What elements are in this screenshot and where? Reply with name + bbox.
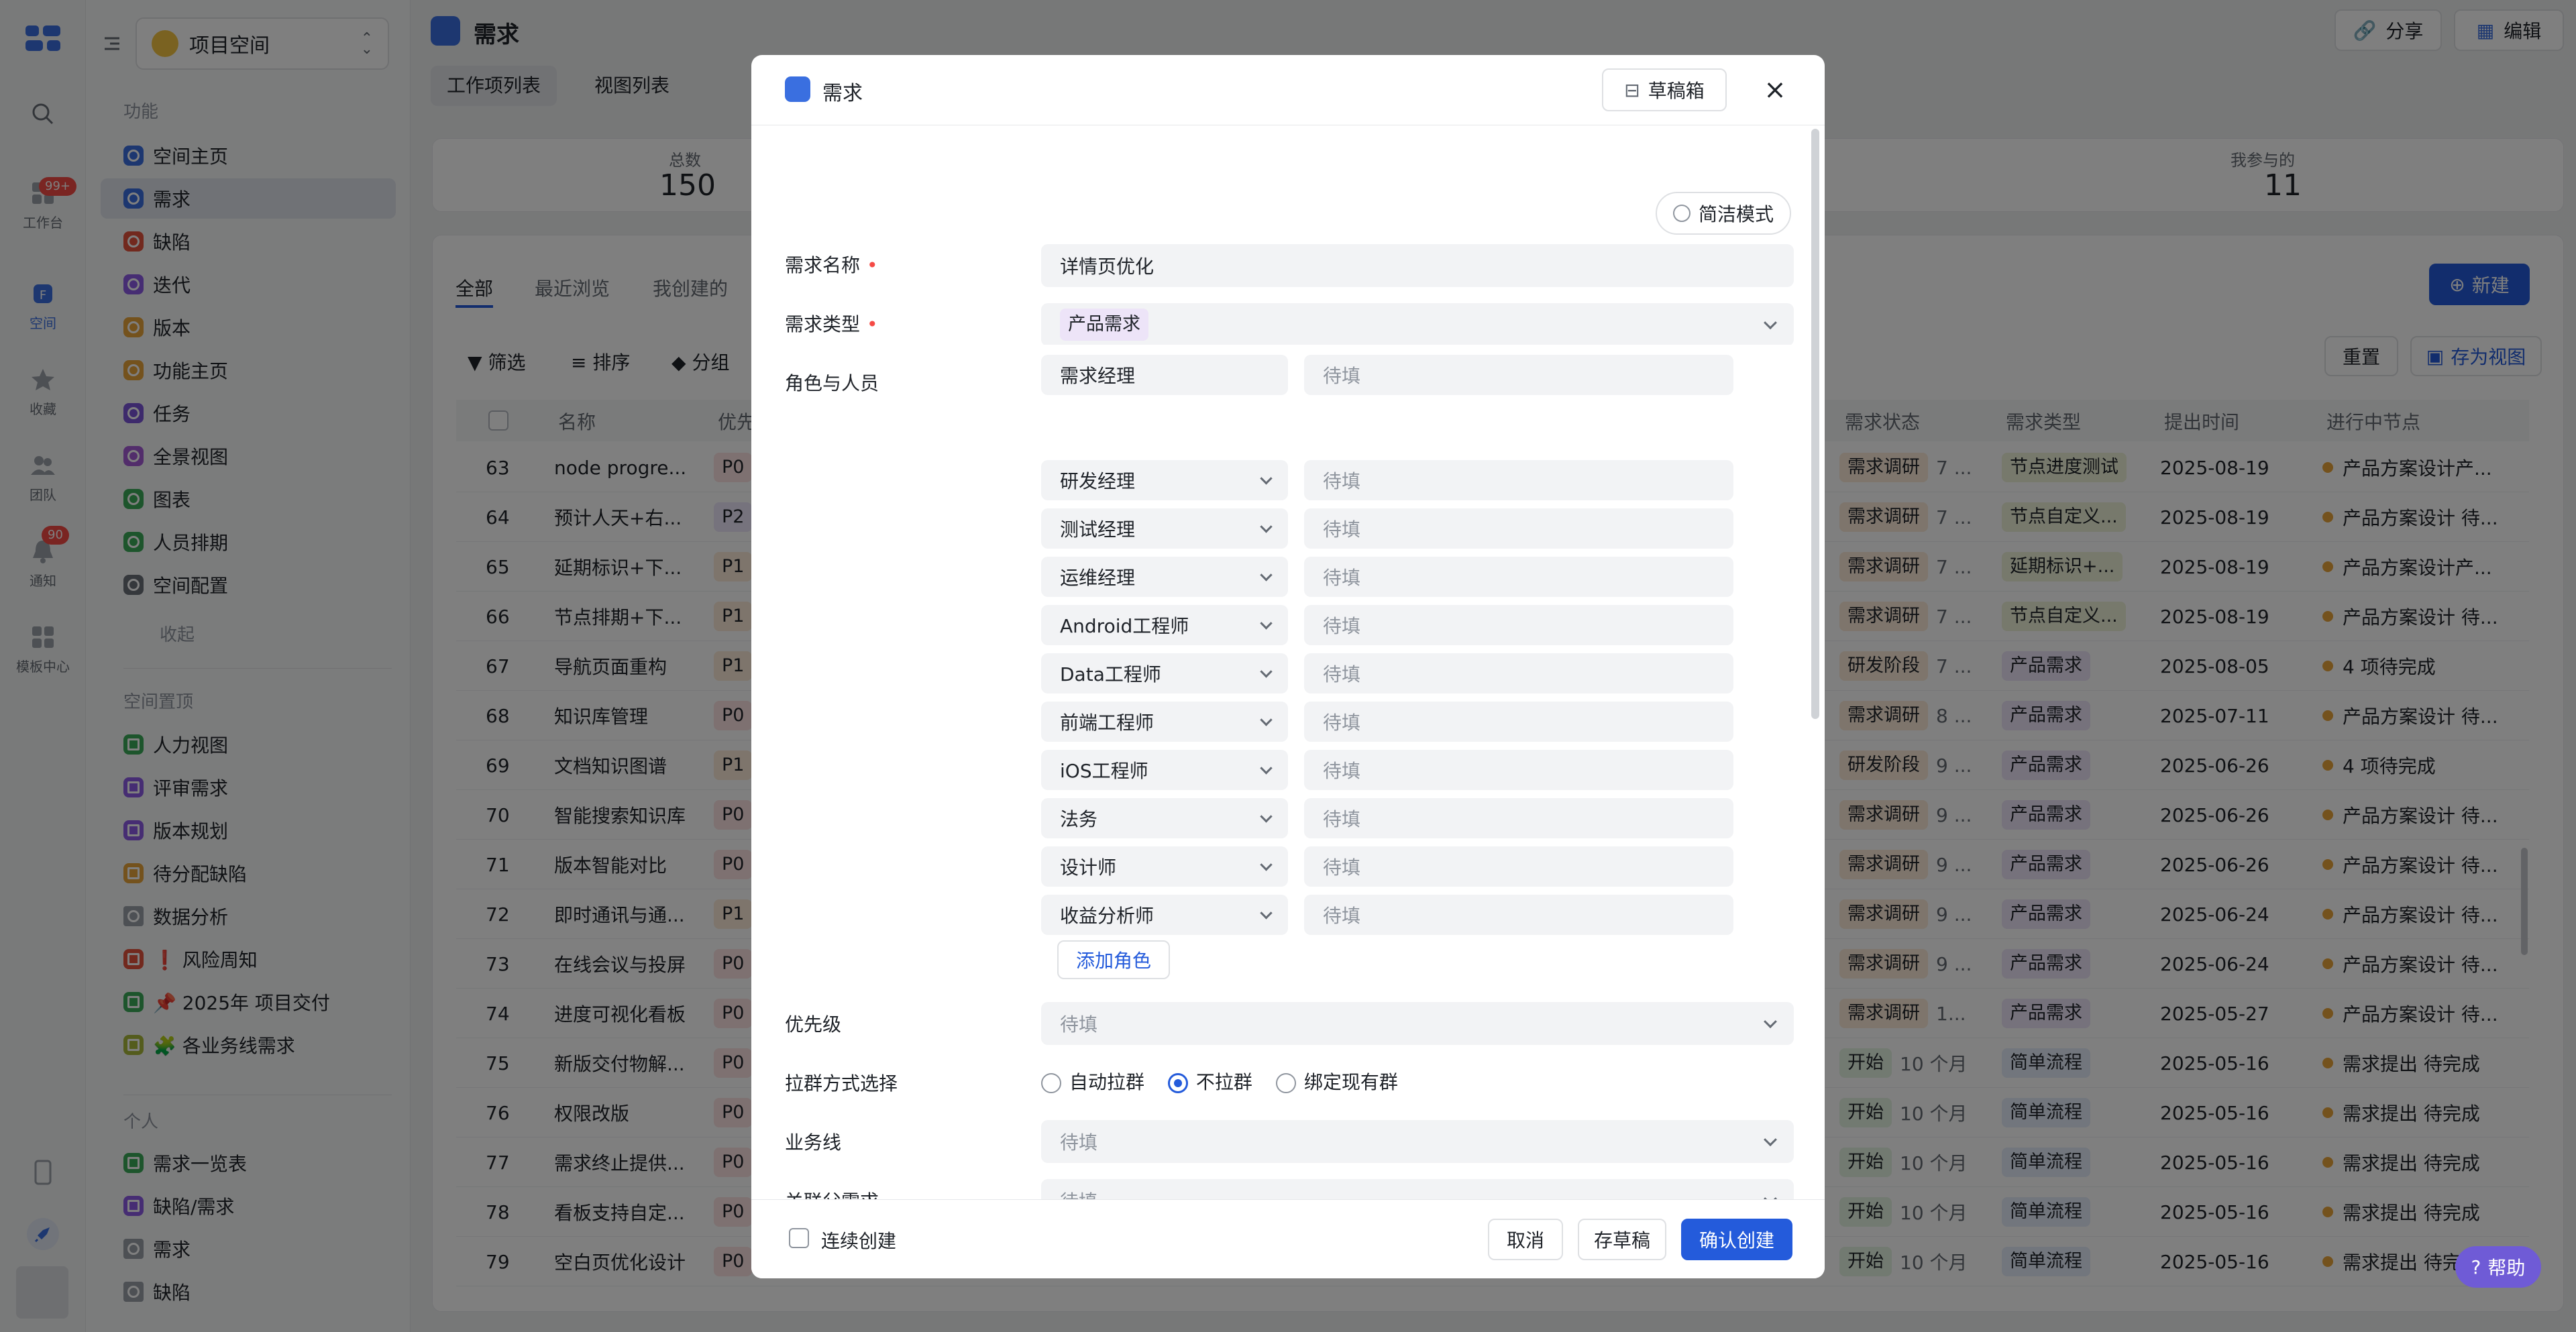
role-select[interactable]: 测试经理	[1041, 508, 1288, 549]
type-tag: 产品需求	[1060, 309, 1148, 341]
role-label: Data工程师	[1060, 663, 1161, 685]
field-group-label: 拉群方式选择	[785, 1072, 898, 1095]
chevron-down-icon	[1260, 762, 1273, 775]
inbox-icon: ⊟	[1624, 78, 1640, 101]
chevron-down-icon	[1260, 858, 1273, 871]
chevron-down-icon	[1260, 472, 1273, 485]
modal-title-icon	[785, 76, 810, 102]
role-label: iOS工程师	[1060, 760, 1148, 782]
chevron-down-icon	[1260, 569, 1273, 581]
person-input[interactable]: 待填	[1304, 508, 1733, 549]
role-select[interactable]: iOS工程师	[1041, 750, 1288, 790]
role-label: 法务	[1060, 808, 1098, 830]
person-input[interactable]: 待填	[1304, 653, 1733, 693]
priority-select[interactable]: 待填	[1041, 1002, 1794, 1045]
person-input[interactable]: 待填	[1304, 605, 1733, 645]
bizline-select[interactable]: 待填	[1041, 1120, 1794, 1163]
chevron-down-icon	[1764, 1192, 1777, 1199]
radio-bind-group[interactable]: 绑定现有群	[1275, 1071, 1398, 1093]
role-label: 设计师	[1060, 856, 1117, 879]
continuous-label: 连续创建	[821, 1230, 897, 1252]
role-select-demand-manager[interactable]: 需求经理	[1041, 355, 1288, 395]
simple-mode-toggle[interactable]: 简洁模式	[1656, 192, 1791, 235]
group-radio-group: 自动拉群 不拉群 绑定现有群	[1041, 1068, 1398, 1095]
field-type-label: 需求类型 •	[785, 313, 878, 335]
help-button[interactable]: ? 帮助	[2455, 1246, 2541, 1288]
name-input[interactable]: 详情页优化	[1041, 244, 1794, 287]
role-label: 测试经理	[1060, 518, 1136, 541]
continuous-checkbox[interactable]	[789, 1228, 809, 1248]
role-select[interactable]: 法务	[1041, 798, 1288, 838]
chevron-down-icon	[1260, 810, 1273, 823]
radio-auto-group[interactable]: 自动拉群	[1041, 1071, 1144, 1093]
person-input[interactable]: 待填	[1304, 557, 1733, 597]
person-input[interactable]: 待填	[1304, 750, 1733, 790]
help-icon: ?	[2471, 1256, 2481, 1278]
chevron-down-icon	[1764, 1133, 1777, 1147]
role-select[interactable]: 前端工程师	[1041, 702, 1288, 742]
person-input[interactable]: 待填	[1304, 460, 1733, 500]
parent-select[interactable]: 待填	[1041, 1179, 1794, 1199]
field-priority-label: 优先级	[785, 1013, 842, 1036]
modal-footer: 连续创建 取消 存草稿 确认创建	[751, 1199, 1825, 1278]
create-requirement-dialog: 需求 ⊟ 草稿箱 × 简洁模式 需求名称 • 详情页优化 需求类型 • 产品需求 角色…	[751, 55, 1825, 1278]
role-select[interactable]: 运维经理	[1041, 557, 1288, 597]
save-draft-button[interactable]: 存草稿	[1578, 1219, 1666, 1260]
radio-no-group[interactable]: 不拉群	[1167, 1071, 1252, 1093]
person-input[interactable]: 待填	[1304, 798, 1733, 838]
close-icon[interactable]: ×	[1762, 74, 1788, 105]
role-select[interactable]: 收益分析师	[1041, 895, 1288, 935]
drafts-button[interactable]: ⊟ 草稿箱	[1602, 68, 1727, 111]
modal-scroll-area: 简洁模式 需求名称• 详情页优化 需求类型• 产品需求 角色与人员 项目经理待填…	[751, 126, 1825, 1199]
chevron-down-icon	[1764, 1015, 1777, 1029]
role-label: 前端工程师	[1060, 712, 1155, 734]
toggle-radio	[1672, 205, 1690, 222]
add-role-button[interactable]: 添加角色	[1057, 940, 1170, 979]
role-label: Android工程师	[1060, 615, 1189, 637]
required-mark: •	[867, 254, 878, 276]
modal-scrollbar[interactable]	[1811, 129, 1819, 719]
chevron-down-icon	[1260, 617, 1273, 630]
person-input[interactable]: 待填	[1304, 702, 1733, 742]
person-input-demand-manager[interactable]: 待填	[1304, 355, 1733, 395]
chevron-down-icon	[1260, 665, 1273, 678]
chevron-down-icon	[1260, 520, 1273, 533]
role-label: 运维经理	[1060, 567, 1136, 589]
focused-role-row: 需求经理 待填	[1025, 345, 1810, 405]
role-label: 研发经理	[1060, 470, 1136, 492]
field-bizline-label: 业务线	[785, 1131, 842, 1154]
role-select[interactable]: Data工程师	[1041, 653, 1288, 693]
field-parent-label: 关联父需求	[785, 1187, 879, 1199]
role-select[interactable]: 设计师	[1041, 846, 1288, 887]
required-mark: •	[867, 313, 878, 335]
chevron-down-icon	[1764, 316, 1777, 330]
modal-title: 需求	[822, 82, 863, 105]
confirm-create-button[interactable]: 确认创建	[1681, 1219, 1792, 1260]
role-select[interactable]: 研发经理	[1041, 460, 1288, 500]
chevron-down-icon	[1260, 907, 1273, 920]
chevron-down-icon	[1260, 714, 1273, 726]
field-roles-label: 角色与人员	[785, 372, 879, 394]
role-select[interactable]: Android工程师	[1041, 605, 1288, 645]
person-input[interactable]: 待填	[1304, 846, 1733, 887]
cancel-button[interactable]: 取消	[1488, 1219, 1563, 1260]
type-select[interactable]: 产品需求	[1041, 303, 1794, 346]
field-name-label: 需求名称 •	[785, 254, 878, 276]
role-label: 收益分析师	[1060, 905, 1155, 927]
person-input[interactable]: 待填	[1304, 895, 1733, 935]
